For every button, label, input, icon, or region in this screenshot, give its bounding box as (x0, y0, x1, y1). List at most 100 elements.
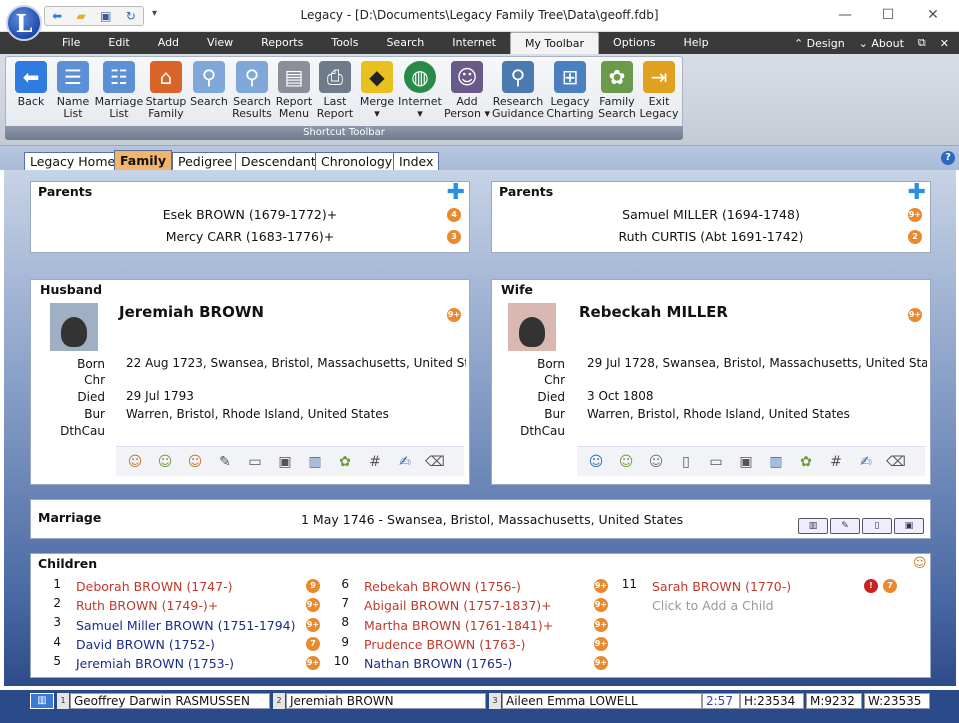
husband-name[interactable]: Jeremiah BROWN (119, 303, 264, 321)
child-badge[interactable]: 9+ (594, 637, 608, 651)
event-value[interactable]: Warren, Bristol, Rhode Island, United St… (126, 407, 466, 421)
child-badge[interactable]: 9+ (306, 598, 320, 612)
child-entry[interactable]: Prudence BROWN (1763-) (364, 637, 525, 652)
sources-icon[interactable]: ▭ (244, 452, 266, 472)
back-button[interactable]: ⬅ Back (10, 59, 52, 108)
marriage-sources-button[interactable]: ▯ (862, 518, 892, 534)
book-icon[interactable]: ▥ (30, 693, 54, 709)
parents-icon[interactable]: ☺ (615, 452, 637, 472)
child-entry[interactable]: Rebekah BROWN (1756-) (364, 579, 521, 594)
design-menu[interactable]: ⌃ Design (794, 37, 845, 50)
tab-family[interactable]: Family (114, 150, 172, 170)
hints-icon[interactable]: ✿ (795, 452, 817, 472)
child-badge[interactable]: 9 (306, 579, 320, 593)
child-badge[interactable]: 9+ (594, 598, 608, 612)
mother-badge[interactable]: 2 (908, 230, 922, 244)
research-guidance-button[interactable]: ⚲ Research Guidance (492, 59, 544, 120)
menu-file[interactable]: File (48, 32, 94, 54)
father-badge[interactable]: 4 (447, 208, 461, 222)
child-badge[interactable]: 7 (883, 579, 897, 593)
marriage-list-button[interactable]: ☷ Marriage List (94, 59, 144, 120)
child-entry[interactable]: Martha BROWN (1761-1841)+ (364, 618, 553, 633)
todo-icon[interactable]: ✍ (394, 452, 416, 472)
event-value[interactable]: 29 Jul 1793 (126, 389, 466, 403)
child-badge[interactable]: 9+ (306, 656, 320, 670)
books-icon[interactable]: ▥ (304, 452, 326, 472)
hash-icon[interactable]: # (364, 452, 386, 472)
spouses-icon[interactable]: ☺ (645, 452, 667, 472)
about-menu[interactable]: ⌄ About (859, 37, 904, 50)
add-person-button[interactable]: ☺ Add Person ▾ (442, 59, 492, 120)
maximize-button[interactable]: ☐ (868, 4, 908, 26)
menu-tools[interactable]: Tools (317, 32, 372, 54)
help-icon[interactable]: ? (941, 151, 955, 165)
tab-pedigree[interactable]: Pedigree (172, 152, 239, 170)
media-icon[interactable]: ▣ (735, 452, 757, 472)
todo-icon[interactable]: ✍ (855, 452, 877, 472)
event-value[interactable]: Warren, Bristol, Rhode Island, United St… (587, 407, 927, 421)
wife-photo[interactable] (508, 303, 556, 351)
hints-icon[interactable]: ✿ (334, 452, 356, 472)
bookmark-slot-3[interactable]: Aileen Emma LOWELL (502, 693, 702, 709)
wife-badge[interactable]: 9+ (908, 308, 922, 322)
search-button[interactable]: ⚲ Search (188, 59, 230, 108)
child-entry[interactable]: Samuel Miller BROWN (1751-1794) (76, 618, 296, 633)
tab-descendant[interactable]: Descendant (235, 152, 322, 170)
husband-badge[interactable]: 9+ (447, 308, 461, 322)
books-icon[interactable]: ▥ (765, 452, 787, 472)
husband-rin[interactable]: H:23534 (740, 693, 804, 709)
child-entry[interactable]: Sarah BROWN (1770-) (652, 579, 791, 594)
child-badge[interactable]: 9+ (594, 579, 608, 593)
sources-icon[interactable]: ▭ (705, 452, 727, 472)
restore-child-icon[interactable]: ⧉ (918, 36, 926, 50)
bookmark-slot-2[interactable]: Jeremiah BROWN (286, 693, 486, 709)
mother-badge[interactable]: 3 (447, 230, 461, 244)
child-badge[interactable]: 9+ (594, 656, 608, 670)
menu-edit[interactable]: Edit (94, 32, 143, 54)
mother-name[interactable]: Ruth CURTIS (Abt 1691-1742) (492, 229, 930, 244)
marriage-notes-button[interactable]: ✎ (830, 518, 860, 534)
menu-my-toolbar[interactable]: My Toolbar (509, 32, 600, 56)
notes-icon[interactable]: ▯ (675, 452, 697, 472)
child-badge[interactable]: 9+ (594, 618, 608, 632)
father-name[interactable]: Esek BROWN (1679-1772)+ (31, 207, 469, 222)
internet-button[interactable]: ◍ Internet ▾ (398, 59, 442, 120)
father-name[interactable]: Samuel MILLER (1694-1748) (492, 207, 930, 222)
child-badge[interactable]: 9+ (306, 618, 320, 632)
child-entry[interactable]: Abigail BROWN (1757-1837)+ (364, 598, 552, 613)
children-options-icon[interactable]: ☺ (913, 556, 927, 571)
father-badge[interactable]: 9+ (908, 208, 922, 222)
marriage-books-button[interactable]: ▥ (798, 518, 828, 534)
mother-name[interactable]: Mercy CARR (1683-1776)+ (31, 229, 469, 244)
spouses-icon[interactable]: ☺ (184, 452, 206, 472)
close-button[interactable]: ✕ (913, 4, 953, 26)
individual-icon[interactable]: ☺ (585, 452, 607, 472)
marriage-rin[interactable]: M:9232 (806, 693, 862, 709)
marriage-value[interactable]: 1 May 1746 - Swansea, Bristol, Massachus… (301, 512, 683, 527)
add-parents-icon[interactable]: ✚ (908, 182, 926, 204)
child-entry[interactable]: Deborah BROWN (1747-) (76, 579, 232, 594)
minimize-button[interactable]: — (825, 4, 865, 26)
husband-photo[interactable] (50, 303, 98, 351)
individual-icon[interactable]: ☺ (124, 452, 146, 472)
startup-family-button[interactable]: ⌂ Startup Family (144, 59, 188, 120)
alert-icon[interactable]: ! (864, 579, 878, 593)
search-results-button[interactable]: ⚲ Search Results (230, 59, 274, 120)
menu-add[interactable]: Add (144, 32, 193, 54)
child-badge[interactable]: 7 (306, 637, 320, 651)
menu-options[interactable]: Options (599, 32, 669, 54)
event-value[interactable]: 22 Aug 1723, Swansea, Bristol, Massachus… (126, 356, 466, 370)
name-list-button[interactable]: ☰ Name List (52, 59, 94, 120)
hash-icon[interactable]: # (825, 452, 847, 472)
eraser-icon[interactable]: ⌫ (424, 452, 446, 472)
child-entry[interactable]: Ruth BROWN (1749-)+ (76, 598, 218, 613)
notes-icon[interactable]: ✎ (214, 452, 236, 472)
menu-reports[interactable]: Reports (247, 32, 317, 54)
wife-rin[interactable]: W:23535 (864, 693, 930, 709)
add-child-link[interactable]: Click to Add a Child (652, 598, 774, 613)
child-entry[interactable]: David BROWN (1752-) (76, 637, 215, 652)
menu-view[interactable]: View (193, 32, 247, 54)
tab-legacy-home[interactable]: Legacy Home (24, 152, 122, 170)
tab-chronology[interactable]: Chronology (315, 152, 399, 170)
menu-internet[interactable]: Internet (438, 32, 510, 54)
